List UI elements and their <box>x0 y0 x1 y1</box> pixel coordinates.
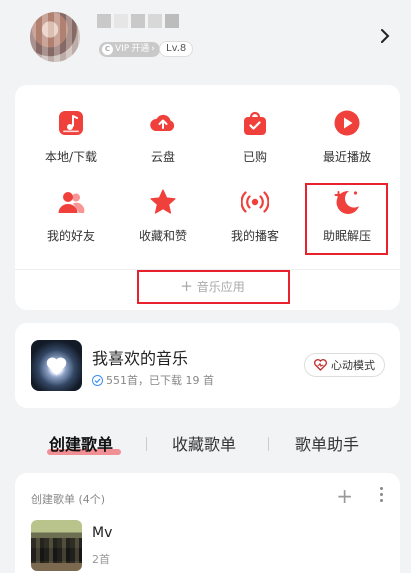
vip-badge-label: 开通 <box>131 44 150 54</box>
avatar[interactable] <box>30 12 80 62</box>
liked-music-title: 我喜欢的音乐 <box>92 349 189 368</box>
vip-logo-text: VIP <box>115 44 130 54</box>
vip-logo-icon: C <box>102 44 113 55</box>
liked-music-stats: 551首，已下载 19 首 <box>106 374 214 387</box>
grid-item-label: 最近播放 <box>322 150 371 164</box>
tab-playlist-assistant[interactable]: 歌单助手 <box>295 431 359 455</box>
liked-music-card[interactable]: 我喜欢的音乐 551首，已下载 19 首 心动模式 <box>15 323 400 408</box>
tab-divider <box>146 437 147 451</box>
profile-header[interactable]: C VIP 开通 › Lv.8 <box>0 0 411 80</box>
vip-badge[interactable]: C VIP 开通 › <box>99 42 160 57</box>
tab-collected-playlists[interactable]: 收藏歌单 <box>172 431 236 455</box>
highlight-box <box>305 183 388 255</box>
friends-icon <box>57 188 85 216</box>
grid-item-podcast[interactable]: 我的播客 <box>207 178 303 248</box>
grid-item-label: 云盘 <box>150 150 175 164</box>
grid-item-label: 我的播客 <box>230 229 279 243</box>
grid-item-label: 我的好友 <box>46 229 95 243</box>
tab-divider <box>268 437 269 451</box>
playlist-count: 2首 <box>92 553 110 566</box>
chevron-right-icon: › <box>151 44 155 54</box>
grid-item-local-download[interactable]: 本地/下载 <box>23 99 119 169</box>
heart-mode-label: 心动模式 <box>331 359 375 372</box>
grid-item-label: 已购 <box>242 150 267 164</box>
grid-item-label: 收藏和赞 <box>138 229 187 243</box>
liked-music-subtitle: 551首，已下载 19 首 <box>92 372 214 388</box>
grid-item-purchased[interactable]: 已购 <box>207 99 303 169</box>
highlight-box <box>137 270 290 304</box>
heart-mode-button[interactable]: 心动模式 <box>304 353 385 377</box>
cloud-upload-icon <box>149 109 177 137</box>
music-file-icon <box>57 109 85 137</box>
check-circle-icon <box>92 374 103 386</box>
grid-item-cloud[interactable]: 云盘 <box>115 99 211 169</box>
grid-item-label: 本地/下载 <box>44 150 98 164</box>
grid-item-favorites[interactable]: 收藏和赞 <box>115 178 211 248</box>
heart-mode-icon <box>314 359 327 371</box>
star-icon <box>149 188 177 216</box>
liked-music-cover <box>31 340 82 391</box>
grid-item-friends[interactable]: 我的好友 <box>23 178 119 248</box>
playlist-title[interactable]: Mv <box>92 525 112 541</box>
plus-icon: + <box>336 484 353 508</box>
username-blurred <box>97 14 179 28</box>
podcast-icon <box>240 188 270 216</box>
tab-created-playlists[interactable]: 创建歌单 <box>49 431 113 455</box>
add-playlist-button[interactable]: + <box>336 485 353 507</box>
play-circle-icon <box>333 109 361 137</box>
playlist-section-header: 创建歌单 (4个) <box>31 493 106 506</box>
feature-grid-card: 本地/下载 云盘 已购 最近播放 我的好友 收藏和赞 我的播客 助眠解压 + 音… <box>15 85 400 310</box>
created-playlists-card: 创建歌单 (4个) + Mv 2首 <box>15 473 400 573</box>
chevron-right-icon[interactable] <box>379 28 391 44</box>
playlist-tabs: 创建歌单 收藏歌单 歌单助手 <box>0 425 411 465</box>
shopping-bag-icon <box>241 109 269 137</box>
playlist-cover[interactable] <box>31 520 82 571</box>
level-badge[interactable]: Lv.8 <box>159 41 194 57</box>
grid-item-recent-play[interactable]: 最近播放 <box>299 99 395 169</box>
more-options-icon[interactable] <box>378 487 384 507</box>
heart-icon <box>46 357 67 375</box>
